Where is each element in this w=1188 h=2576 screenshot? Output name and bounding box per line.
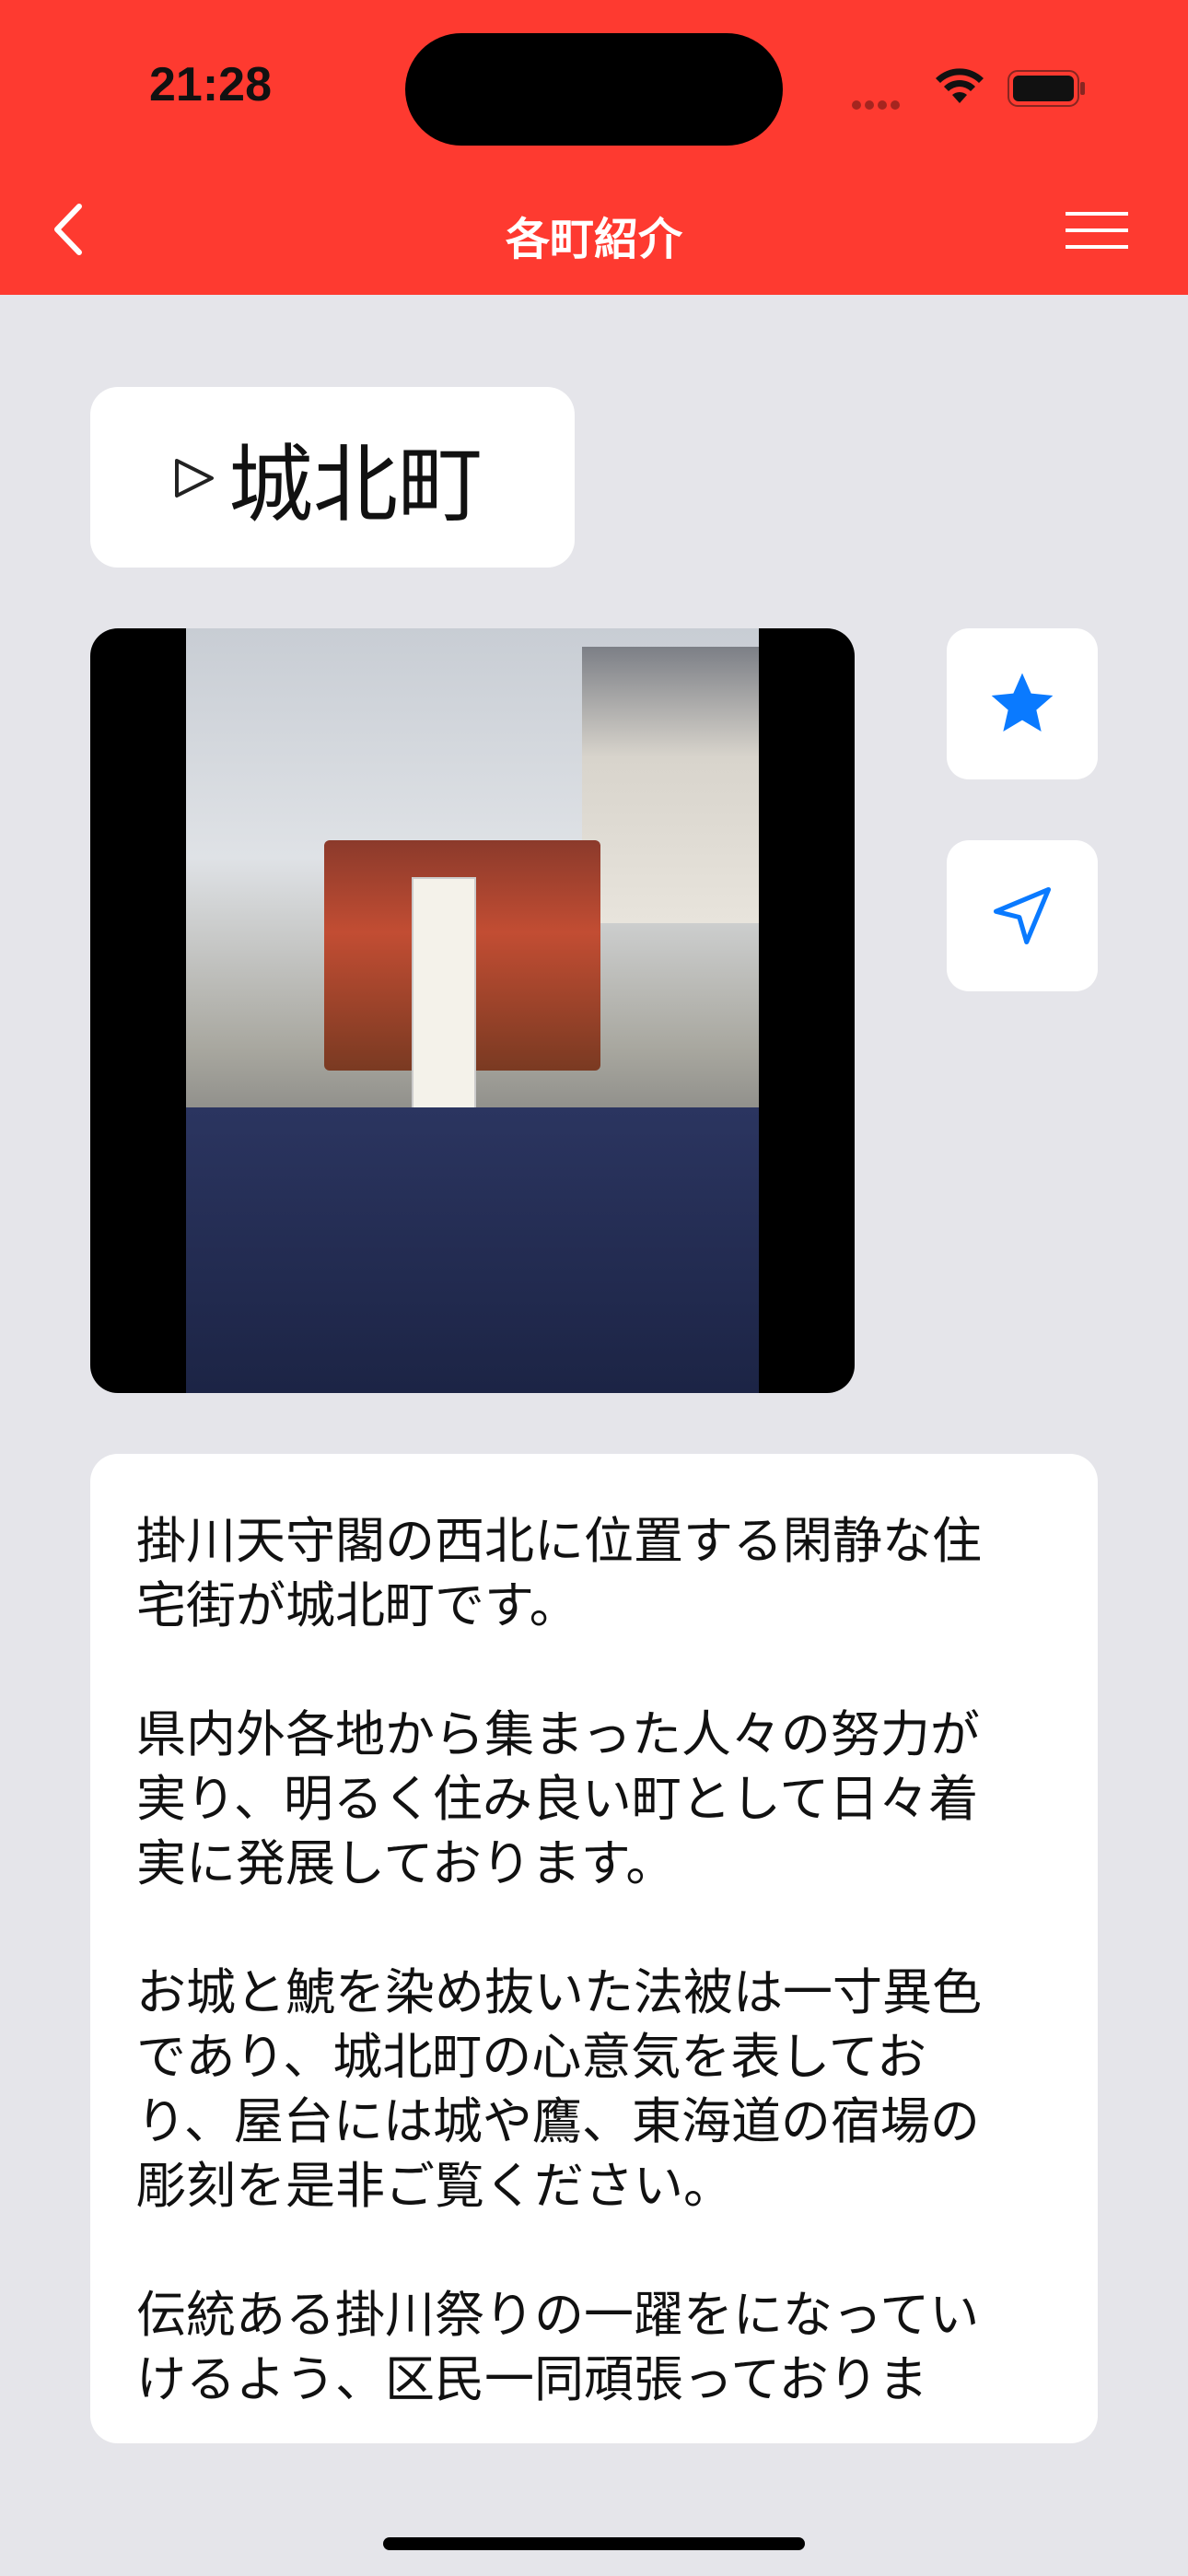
town-description: 掛川天守閣の西北に位置する閑静な住 宅街が城北町です。 県内外各地から集まった人… bbox=[136, 1512, 982, 2408]
town-name: 城北町 bbox=[228, 435, 483, 534]
location-arrow-icon bbox=[993, 886, 1052, 945]
home-indicator[interactable] bbox=[383, 2537, 805, 2550]
description-card: 掛川天守閣の西北に位置する閑静な住 宅街が城北町です。 県内外各地から集まった人… bbox=[90, 1454, 1098, 2443]
status-time: 21:28 bbox=[149, 58, 272, 111]
nav-title: 各町紹介 bbox=[505, 214, 682, 265]
hamburger-icon[interactable] bbox=[1064, 210, 1130, 251]
town-title-card: 城北町 bbox=[90, 387, 575, 568]
navigation-bar: 各町紹介 bbox=[0, 175, 1188, 295]
town-festival-photo bbox=[90, 628, 855, 1393]
dynamic-island bbox=[405, 33, 783, 146]
wifi-icon bbox=[936, 68, 984, 103]
triangle-right-icon bbox=[175, 459, 214, 498]
navigate-button[interactable] bbox=[947, 840, 1098, 991]
status-bar: 21:28 bbox=[0, 0, 1188, 175]
favorite-button[interactable] bbox=[947, 628, 1098, 779]
battery-icon bbox=[1007, 70, 1085, 107]
star-icon bbox=[991, 673, 1054, 732]
cellular-signal-icon bbox=[852, 96, 903, 113]
